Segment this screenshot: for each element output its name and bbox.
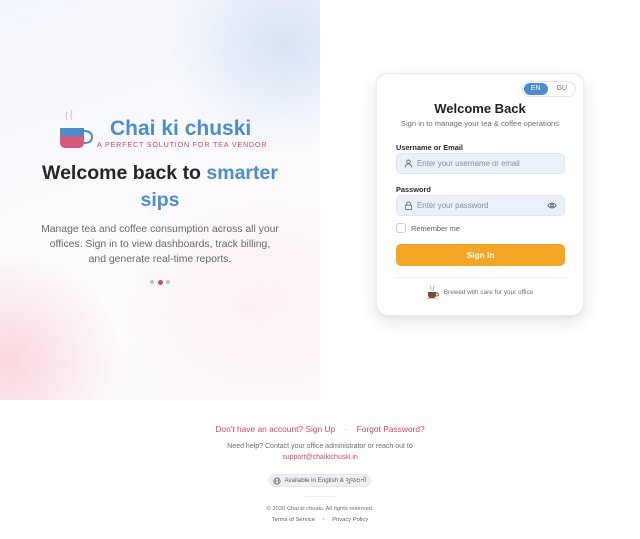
language-en-button[interactable]: EN (523, 83, 548, 95)
brand-name: Chai ki chuski (110, 117, 252, 140)
lock-icon (404, 201, 413, 210)
brand-block: Chai ki chuski A PERFECT SOLUTION FOR TE… (58, 108, 268, 152)
user-icon (404, 159, 413, 168)
availability-text: Available in English & ગુજરાતી (284, 476, 367, 484)
remember-me-checkbox[interactable] (396, 223, 406, 233)
eye-icon[interactable] (547, 201, 557, 210)
login-subtitle: Sign in to manage your tea & coffee oper… (400, 119, 560, 128)
carousel-dot-1[interactable] (150, 280, 154, 284)
hero-title-main: Welcome back to (42, 162, 201, 184)
username-field-wrapper (396, 153, 565, 174)
footer-links: Don't have an account? Sign Up · Forgot … (0, 424, 640, 434)
remember-me-row: Remember me (396, 223, 460, 233)
card-divider (396, 277, 565, 278)
terms-of-service-link[interactable]: Terms of Service (272, 517, 315, 523)
hero-panel: Chai ki chuski A PERFECT SOLUTION FOR TE… (0, 0, 320, 400)
username-label: Username or Email (396, 143, 463, 152)
tea-cup-icon (60, 109, 94, 148)
username-input[interactable] (417, 154, 547, 173)
hero-title: Welcome back to smarter sips (20, 160, 300, 214)
brew-note-text: Brewed with care for your office (443, 288, 534, 296)
globe-icon (273, 476, 281, 485)
language-availability-badge: Available in English & ગુજરાતી (269, 474, 371, 487)
password-field-wrapper (396, 195, 565, 216)
login-title: Welcome Back (434, 101, 526, 116)
brew-note: Brewed with care for your office (377, 285, 583, 299)
remember-me-label[interactable]: Remember me (411, 224, 460, 233)
footer-divider (305, 496, 335, 497)
sign-in-button[interactable]: Sign In (396, 244, 565, 266)
legal-separator: • (322, 517, 325, 523)
carousel-dots (150, 279, 170, 285)
copyright-text: © 2026 Chai ki chuski. All rights reserv… (266, 506, 374, 512)
legal-links: Terms of Service • Privacy Policy (0, 517, 640, 523)
sign-up-link[interactable]: Don't have an account? Sign Up (215, 424, 335, 434)
password-input[interactable] (417, 196, 547, 215)
forgot-password-link[interactable]: Forgot Password? (357, 424, 425, 434)
footer-link-separator: · (344, 424, 348, 434)
password-label: Password (396, 185, 431, 194)
brand-tagline: A PERFECT SOLUTION FOR TEA VENDOR (97, 140, 268, 149)
help-text: Need help? Contact your office administr… (227, 443, 413, 450)
carousel-dot-3[interactable] (166, 280, 170, 284)
language-switcher: EN GU (521, 81, 576, 97)
language-gu-button[interactable]: GU (550, 83, 575, 95)
coffee-cup-icon (426, 285, 439, 299)
footer: Don't have an account? Sign Up · Forgot … (0, 400, 640, 539)
support-email-link[interactable]: support@chaikichuski.in (0, 454, 640, 461)
login-card: EN GU Welcome Back Sign in to manage you… (376, 73, 584, 316)
hero-description: Manage tea and coffee consumption across… (41, 224, 279, 265)
privacy-policy-link[interactable]: Privacy Policy (332, 517, 368, 523)
carousel-dot-2[interactable] (157, 279, 163, 285)
